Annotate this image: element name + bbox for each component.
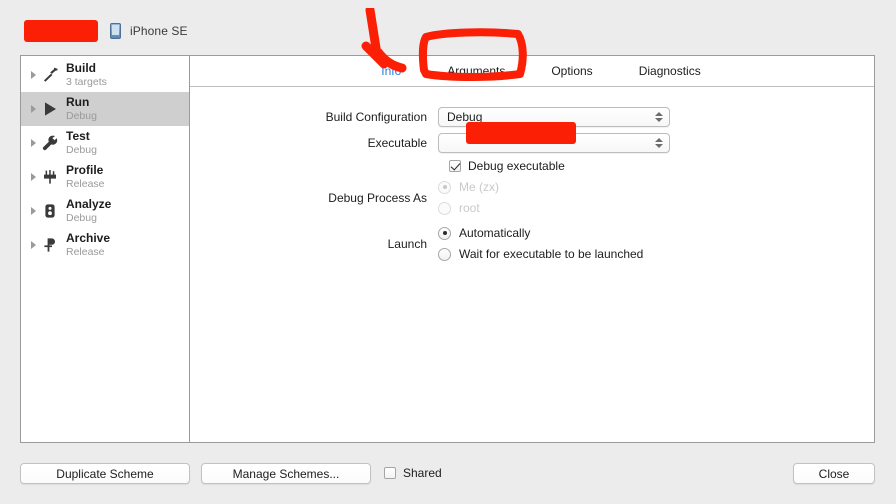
duplicate-scheme-button[interactable]: Duplicate Scheme	[20, 463, 190, 484]
tab-diagnostics[interactable]: Diagnostics	[635, 62, 705, 80]
executable-value-redaction	[466, 122, 576, 144]
launch-option-wait[interactable]: Wait for executable to be launched	[438, 244, 643, 264]
debug-process-as-option-me[interactable]: Me (zx)	[438, 177, 499, 197]
device-label: iPhone SE	[130, 24, 188, 38]
sidebar-item-analyze[interactable]: Analyze Debug	[21, 194, 189, 228]
disclosure-triangle-icon[interactable]	[27, 105, 39, 113]
debug-executable-row[interactable]: Debug executable	[449, 159, 874, 173]
sidebar-item-archive[interactable]: Archive Release	[21, 228, 189, 262]
sidebar-item-build[interactable]: Build 3 targets	[21, 58, 189, 92]
scheme-sidebar: Build 3 targets Run Debug Test Debug Pro…	[21, 56, 190, 442]
scheme-editor-window: iPhone SE Build 3 targets Run Debug Test…	[0, 0, 896, 504]
manage-schemes-button[interactable]: Manage Schemes...	[201, 463, 371, 484]
sidebar-item-title: Archive	[66, 231, 111, 246]
launch-label: Launch	[387, 237, 427, 251]
scheme-panel: Build 3 targets Run Debug Test Debug Pro…	[20, 55, 875, 443]
tab-info[interactable]: Info	[377, 62, 405, 80]
debug-process-as-group: Me (zx) root	[438, 177, 499, 219]
shared-checkbox-row[interactable]: Shared	[384, 466, 442, 480]
launch-group: Automatically Wait for executable to be …	[438, 223, 643, 265]
radio-automatically[interactable]	[438, 226, 451, 240]
shared-label: Shared	[403, 466, 442, 480]
radio-wait-for-executable-label: Wait for executable to be launched	[459, 247, 644, 261]
sidebar-item-subtitle: 3 targets	[66, 75, 107, 88]
wrench-icon	[39, 132, 61, 154]
disclosure-triangle-icon[interactable]	[27, 71, 39, 79]
scheme-content: Info Arguments Options Diagnostics Build…	[190, 56, 874, 442]
radio-wait-for-executable[interactable]	[438, 247, 451, 261]
sidebar-item-subtitle: Release	[66, 177, 105, 190]
launch-row: Launch Automatically Wait for executable…	[190, 223, 874, 265]
debug-executable-checkbox[interactable]	[449, 160, 461, 172]
chevron-updown-icon	[654, 136, 663, 150]
radio-root[interactable]	[438, 201, 451, 215]
sidebar-item-run[interactable]: Run Debug	[21, 92, 189, 126]
info-form: Build Configuration Debug Executable Deb…	[190, 87, 874, 265]
debug-process-as-option-root[interactable]: root	[438, 198, 499, 218]
radio-me-label: Me (zx)	[459, 180, 499, 194]
disclosure-triangle-icon[interactable]	[27, 241, 39, 249]
play-icon	[39, 98, 61, 120]
sidebar-item-test[interactable]: Test Debug	[21, 126, 189, 160]
scheme-name-redaction	[24, 20, 98, 42]
radio-root-label: root	[459, 201, 480, 215]
radio-automatically-label: Automatically	[459, 226, 531, 240]
shared-checkbox[interactable]	[384, 467, 396, 479]
disclosure-triangle-icon[interactable]	[27, 207, 39, 215]
debug-executable-label: Debug executable	[468, 159, 565, 173]
debug-process-as-row: Debug Process As Me (zx) root	[190, 177, 874, 219]
scheme-header: iPhone SE	[0, 0, 896, 52]
debug-process-as-label: Debug Process As	[328, 191, 427, 205]
sidebar-item-title: Test	[66, 129, 90, 144]
radio-me[interactable]	[438, 180, 451, 194]
launch-option-automatically[interactable]: Automatically	[438, 223, 643, 243]
dialog-bottom-bar: Duplicate Scheme Manage Schemes... Share…	[0, 443, 896, 504]
chevron-updown-icon	[654, 110, 663, 124]
iphone-device-icon	[109, 23, 122, 39]
scheme-name-row[interactable]: iPhone SE	[24, 20, 188, 42]
sidebar-item-title: Analyze	[66, 197, 112, 212]
executable-label: Executable	[367, 136, 427, 150]
sidebar-item-subtitle: Debug	[66, 211, 97, 224]
disclosure-triangle-icon[interactable]	[27, 173, 39, 181]
gauge-icon	[39, 166, 61, 188]
sidebar-item-title: Run	[66, 95, 90, 110]
sidebar-item-profile[interactable]: Profile Release	[21, 160, 189, 194]
sidebar-item-title: Profile	[66, 163, 104, 178]
sidebar-item-title: Build	[66, 61, 96, 76]
archive-icon	[39, 234, 61, 256]
sidebar-item-subtitle: Debug	[66, 143, 97, 156]
sidebar-item-subtitle: Release	[66, 245, 105, 258]
close-button[interactable]: Close	[793, 463, 875, 484]
tab-bar: Info Arguments Options Diagnostics	[190, 56, 874, 87]
hammer-icon	[39, 64, 61, 86]
sidebar-item-subtitle: Debug	[66, 109, 97, 122]
tab-options[interactable]: Options	[547, 62, 596, 80]
build-configuration-label: Build Configuration	[325, 110, 427, 124]
tab-arguments[interactable]: Arguments	[443, 62, 509, 80]
analyze-icon	[39, 200, 61, 222]
disclosure-triangle-icon[interactable]	[27, 139, 39, 147]
